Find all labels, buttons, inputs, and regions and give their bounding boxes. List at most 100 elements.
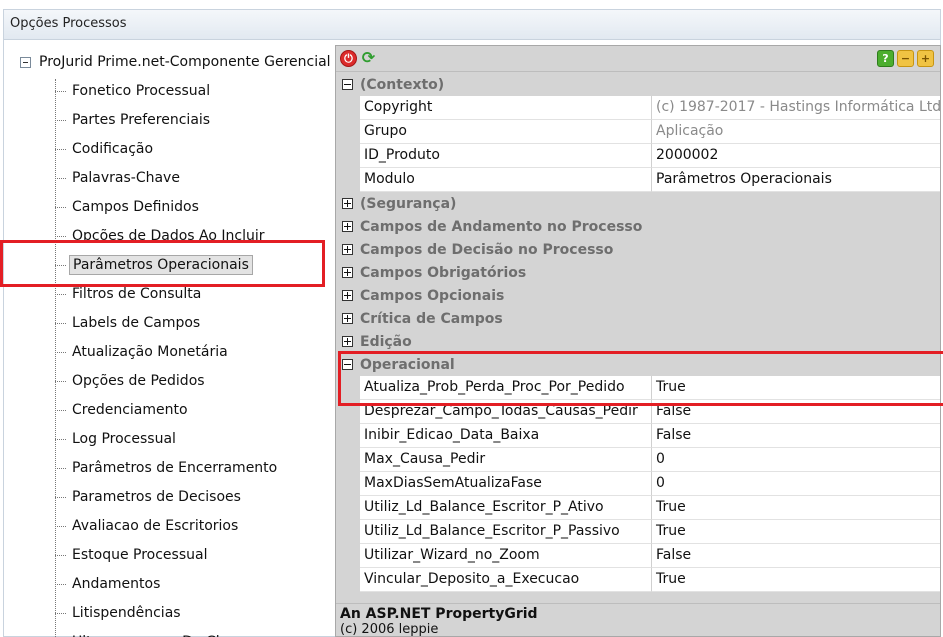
refresh-icon[interactable]: ⟳: [360, 50, 377, 67]
tree-connector: [55, 177, 66, 179]
property-value[interactable]: True: [652, 520, 940, 544]
options-window: Opções Processos ProJurid Prime.net-Comp…: [3, 9, 941, 637]
tree-root[interactable]: ProJurid Prime.net-Componente Gerencial: [20, 51, 331, 73]
property-name: ID_Produto: [360, 144, 652, 168]
property-row[interactable]: Utiliz_Ld_Balance_Escritor_P_Ativo True: [336, 496, 940, 520]
property-row[interactable]: Vincular_Deposito_a_Execucao True: [336, 568, 940, 592]
property-name: Utilizar_Wizard_no_Zoom: [360, 544, 652, 568]
tree-connector: [55, 206, 66, 208]
tree-item[interactable]: Avaliacao de Escritorios: [55, 515, 241, 537]
tree-item-label: Parametros de Decisoes: [72, 489, 241, 505]
tree-connector: [55, 119, 66, 121]
property-row[interactable]: Modulo Parâmetros Operacionais: [336, 168, 940, 192]
category-label: Crítica de Campos: [360, 310, 503, 327]
tree-item-label: Palavras-Chave: [72, 170, 180, 186]
tree-item-label: Credenciamento: [72, 402, 188, 418]
tree-item-label: Estoque Processual: [72, 547, 208, 563]
property-grid: ⏻ ⟳ ? − + (Contexto) Copyright (c) 1987-20…: [335, 45, 941, 637]
property-value[interactable]: False: [652, 544, 940, 568]
highlight-box-operacional: [338, 351, 943, 406]
property-row[interactable]: Utilizar_Wizard_no_Zoom False: [336, 544, 940, 568]
tree-item-label: Ultrapassagem De Cl: [69, 633, 223, 637]
property-rows: (Contexto) Copyright (c) 1987-2017 - Hasti…: [336, 73, 940, 592]
tree-connector: [55, 496, 66, 498]
row-gutter: [336, 472, 360, 496]
expand-all-button[interactable]: +: [917, 50, 934, 67]
property-row[interactable]: MaxDiasSemAtualizaFase 0: [336, 472, 940, 496]
expand-icon[interactable]: [342, 336, 353, 347]
category-row[interactable]: Campos Opcionais: [336, 284, 940, 307]
property-value[interactable]: Parâmetros Operacionais: [652, 168, 940, 192]
tree-item[interactable]: Partes Preferenciais: [55, 109, 213, 131]
tree-item-label: Fonetico Processual: [72, 83, 211, 99]
property-value[interactable]: 2000002: [652, 144, 940, 168]
property-value[interactable]: True: [652, 568, 940, 592]
tree-connector: [55, 438, 66, 440]
tree-item[interactable]: Credenciamento: [55, 399, 191, 421]
tree-item[interactable]: Litispendências: [55, 602, 184, 624]
category-row[interactable]: Crítica de Campos: [336, 307, 940, 330]
tree-item[interactable]: Atualização Monetária: [55, 341, 231, 363]
tree-root-label: ProJurid Prime.net-Componente Gerencial: [39, 54, 331, 70]
tree-connector: [55, 322, 66, 324]
tree-item[interactable]: Fonetico Processual: [55, 80, 213, 102]
property-value[interactable]: 0: [652, 472, 940, 496]
help-button[interactable]: ?: [877, 50, 894, 67]
property-grid-toolbar: ⏻ ⟳ ? − +: [336, 46, 940, 72]
property-name: Grupo: [360, 120, 652, 144]
property-row[interactable]: Max_Causa_Pedir 0: [336, 448, 940, 472]
property-name: Copyright: [360, 96, 652, 120]
collapse-all-button[interactable]: −: [897, 50, 914, 67]
tree-connector: [55, 554, 66, 556]
category-row[interactable]: Campos Obrigatórios: [336, 261, 940, 284]
tree-item[interactable]: Log Processual: [55, 428, 179, 450]
property-value: (c) 1987-2017 - Hastings Informática Ltd…: [652, 96, 940, 120]
category-row[interactable]: Campos de Andamento no Processo: [336, 215, 940, 238]
tree-item[interactable]: Campos Definidos: [55, 196, 202, 218]
tree-item[interactable]: Ultrapassagem De Cl: [55, 631, 223, 637]
category-label: Campos Opcionais: [360, 287, 505, 304]
property-row[interactable]: Utiliz_Ld_Balance_Escritor_P_Passivo True: [336, 520, 940, 544]
tree-connector: [55, 380, 66, 382]
tree-connector: [55, 351, 66, 353]
tree-item[interactable]: Estoque Processual: [55, 544, 210, 566]
property-value: Aplicação: [652, 120, 940, 144]
expand-icon[interactable]: [342, 198, 353, 209]
category-row[interactable]: Edição: [336, 330, 940, 353]
tree-item[interactable]: Parâmetros de Encerramento: [55, 457, 280, 479]
tree-connector: [55, 612, 66, 614]
tree-item-label: Labels de Campos: [72, 315, 201, 331]
tree-item[interactable]: Codificação: [55, 138, 156, 160]
property-value[interactable]: 0: [652, 448, 940, 472]
expand-icon[interactable]: [342, 221, 353, 232]
tree-item[interactable]: Parametros de Decisoes: [55, 486, 244, 508]
property-name: Utiliz_Ld_Balance_Escritor_P_Passivo: [360, 520, 652, 544]
property-value[interactable]: False: [652, 424, 940, 448]
property-row[interactable]: Inibir_Edicao_Data_Baixa False: [336, 424, 940, 448]
highlight-box-tree-selection: [0, 240, 325, 287]
expand-icon[interactable]: [342, 313, 353, 324]
collapse-icon[interactable]: [20, 56, 31, 68]
expand-icon[interactable]: [342, 267, 353, 278]
collapse-icon[interactable]: [342, 79, 353, 90]
tree-connector: [55, 409, 66, 411]
tree-item[interactable]: Palavras-Chave: [55, 167, 183, 189]
tree-item[interactable]: Andamentos: [55, 573, 163, 595]
expand-icon[interactable]: [342, 290, 353, 301]
expand-icon[interactable]: [342, 244, 353, 255]
tree-item[interactable]: Labels de Campos: [55, 312, 203, 334]
category-row[interactable]: (Contexto): [336, 73, 940, 96]
tree-item[interactable]: Opções de Pedidos: [55, 370, 208, 392]
property-value[interactable]: True: [652, 496, 940, 520]
property-row[interactable]: Grupo Aplicação: [336, 120, 940, 144]
stop-icon[interactable]: ⏻: [340, 50, 357, 67]
category-row[interactable]: (Segurança): [336, 192, 940, 215]
row-gutter: [336, 168, 360, 192]
property-row[interactable]: ID_Produto 2000002: [336, 144, 940, 168]
tree-item-label: Andamentos: [72, 576, 161, 592]
category-row[interactable]: Campos de Decisão no Processo: [336, 238, 940, 261]
tree-connector: [55, 467, 66, 469]
options-tree: ProJurid Prime.net-Componente Gerencial …: [4, 41, 334, 637]
row-gutter: [336, 120, 360, 144]
property-row[interactable]: Copyright (c) 1987-2017 - Hastings Inform…: [336, 96, 940, 120]
